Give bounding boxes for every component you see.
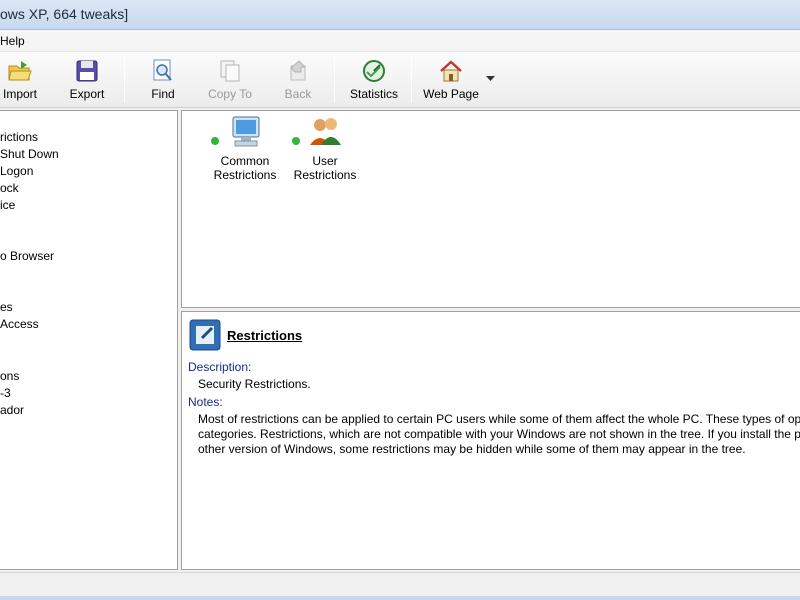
find-label: Find bbox=[151, 87, 175, 101]
tree-item[interactable]: ador bbox=[0, 403, 24, 417]
notes-label: Notes: bbox=[188, 395, 223, 409]
window-title: ows XP, 664 tweaks] bbox=[0, 6, 129, 22]
common-restrictions-label: Common Restrictions bbox=[213, 154, 277, 182]
tree-item[interactable]: o Browser bbox=[0, 249, 54, 263]
computer-icon bbox=[232, 116, 260, 147]
status-dot bbox=[292, 137, 300, 145]
back-button[interactable]: Back bbox=[282, 56, 314, 104]
tree-item[interactable]: Access bbox=[0, 317, 39, 331]
menu-help[interactable]: Help bbox=[0, 34, 25, 48]
tree-item[interactable]: ice bbox=[0, 198, 15, 212]
toolbar-separator bbox=[411, 56, 412, 102]
notes-text-line: other version of Windows, some restricti… bbox=[198, 442, 746, 456]
toolbar: Import Export Find Copy To Back Statisti… bbox=[0, 52, 800, 108]
import-label: Import bbox=[2, 87, 37, 101]
statistics-gauge-icon bbox=[363, 60, 385, 82]
window-bottom-border bbox=[0, 596, 800, 600]
copy-to-label: Copy To bbox=[208, 87, 252, 101]
users-icon bbox=[310, 118, 341, 145]
status-bar bbox=[0, 572, 800, 600]
copy-icon bbox=[220, 60, 240, 82]
import-button[interactable]: Import bbox=[2, 56, 38, 104]
toolbar-separator bbox=[124, 56, 125, 102]
menu-bar: Help bbox=[0, 30, 800, 52]
chevron-down-icon[interactable] bbox=[486, 76, 495, 82]
find-button[interactable]: Find bbox=[148, 56, 178, 104]
status-dot bbox=[211, 137, 219, 145]
back-label: Back bbox=[284, 87, 312, 101]
category-tree[interactable]: rictions Shut Down Logon ock ice o Brows… bbox=[0, 110, 178, 570]
subcategory-pane: Common Restrictions User Restrictions bbox=[181, 110, 800, 308]
user-restrictions-label: User Restrictions bbox=[293, 154, 357, 182]
tree-item[interactable]: ons bbox=[0, 369, 19, 383]
import-folder-icon bbox=[8, 61, 32, 81]
copy-to-button[interactable]: Copy To bbox=[206, 56, 254, 104]
web-page-button[interactable]: Web Page bbox=[422, 56, 480, 104]
tree-item[interactable]: Logon bbox=[0, 164, 33, 178]
restrictions-icon bbox=[189, 319, 221, 351]
statistics-label: Statistics bbox=[350, 87, 399, 101]
common-restrictions-item[interactable]: Common Restrictions bbox=[204, 115, 286, 182]
home-icon bbox=[440, 60, 462, 82]
title-bar: ows XP, 664 tweaks] bbox=[0, 0, 800, 30]
tree-item[interactable]: -3 bbox=[0, 386, 11, 400]
statistics-button[interactable]: Statistics bbox=[350, 56, 398, 104]
tree-item[interactable]: Shut Down bbox=[0, 147, 59, 161]
tree-item[interactable]: es bbox=[0, 300, 13, 314]
save-disk-icon bbox=[76, 60, 98, 82]
find-magnifier-icon bbox=[153, 59, 172, 81]
back-arrow-icon bbox=[290, 60, 307, 81]
user-restrictions-item[interactable]: User Restrictions bbox=[284, 115, 366, 182]
notes-text-line: Most of restrictions can be applied to c… bbox=[198, 412, 800, 426]
export-label: Export bbox=[69, 87, 105, 101]
description-text: Security Restrictions. bbox=[198, 377, 311, 391]
notes-text-line: categories. Restrictions, which are not … bbox=[198, 427, 800, 441]
tree-item[interactable]: rictions bbox=[0, 130, 38, 144]
export-button[interactable]: Export bbox=[66, 56, 108, 104]
web-page-label: Web Page bbox=[423, 87, 479, 101]
details-title: Restrictions bbox=[227, 328, 303, 343]
tree-item[interactable]: ock bbox=[0, 181, 19, 195]
details-pane: Restrictions Description: Security Restr… bbox=[181, 311, 800, 570]
toolbar-separator bbox=[334, 56, 335, 102]
description-label: Description: bbox=[188, 360, 252, 374]
